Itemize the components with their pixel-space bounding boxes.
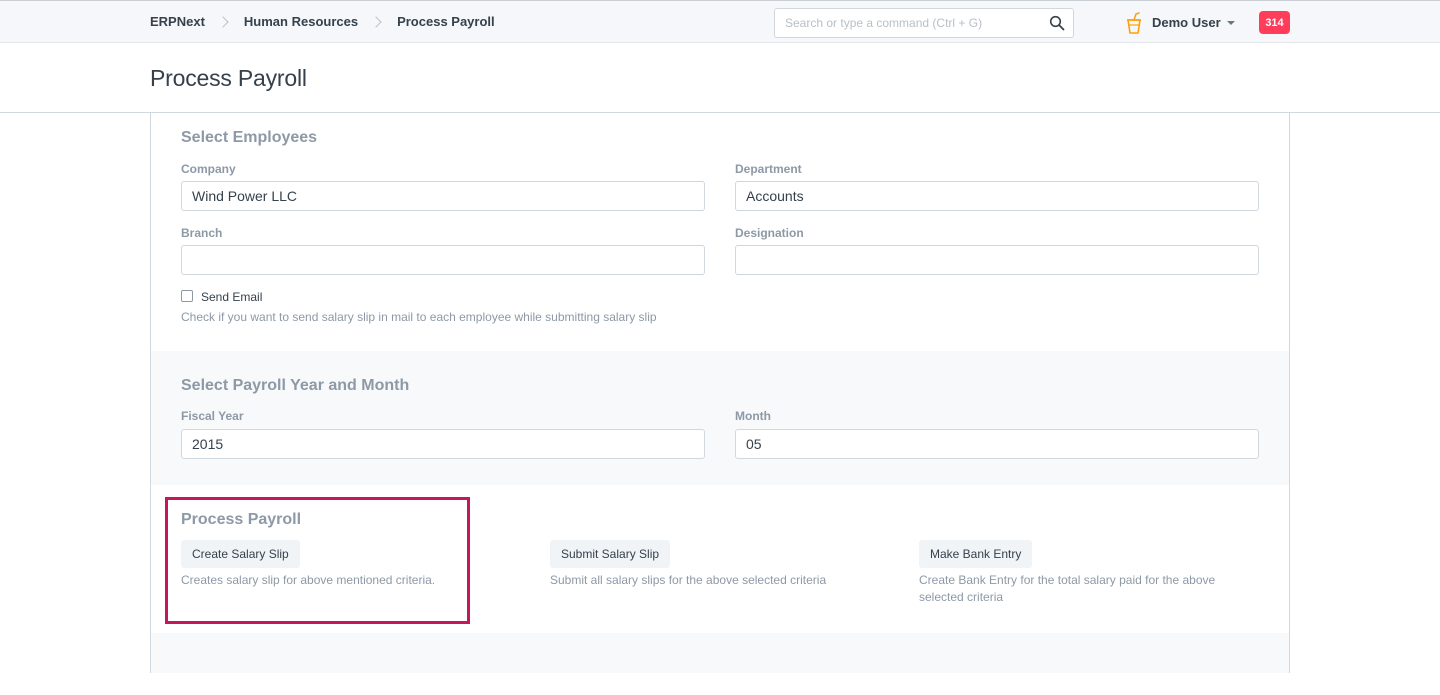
search-box[interactable] [774,8,1074,38]
cup-icon[interactable] [1125,12,1143,34]
department-label: Department [735,162,802,176]
breadcrumb-process-payroll[interactable]: Process Payroll [397,14,495,29]
section-select-employees: Select Employees Company Department Bran… [151,113,1289,351]
form-footer [151,633,1289,673]
chevron-right-icon [370,15,382,28]
page-title: Process Payroll [150,65,307,91]
search-input[interactable] [775,9,1035,37]
notification-badge[interactable]: 314 [1259,11,1290,34]
section-payroll-period: Select Payroll Year and Month Fiscal Yea… [151,351,1289,485]
page-head: Process Payroll [0,43,1440,113]
designation-field[interactable] [735,245,1259,275]
company-field[interactable] [181,181,705,211]
company-label: Company [181,162,236,176]
section-heading: Select Employees [181,129,318,146]
month-field[interactable] [735,429,1259,459]
branch-field[interactable] [181,245,705,275]
section-heading: Select Payroll Year and Month [181,377,410,394]
fiscal-year-field[interactable] [181,429,705,459]
navbar: ERPNext Human Resources Process Payroll … [0,0,1440,43]
branch-label: Branch [181,226,223,240]
make-bank-entry-help: Create Bank Entry for the total salary p… [919,573,1216,604]
send-email-checkbox[interactable] [181,290,193,302]
highlight-box [165,497,470,624]
submit-salary-slip-button[interactable]: Submit Salary Slip [550,540,671,568]
chevron-right-icon [217,15,229,28]
breadcrumb-erpnext[interactable]: ERPNext [150,14,205,29]
user-menu[interactable]: Demo User [1152,15,1235,30]
fiscal-year-label: Fiscal Year [181,409,244,423]
search-icon[interactable] [1049,15,1065,31]
user-name: Demo User [1152,15,1221,30]
send-email-help: Check if you want to send salary slip in… [181,310,657,324]
month-label: Month [735,409,771,423]
department-field[interactable] [735,181,1259,211]
submit-salary-slip-help: Submit all salary slips for the above se… [550,573,827,587]
make-bank-entry-button[interactable]: Make Bank Entry [919,540,1033,568]
send-email-label[interactable]: Send Email [201,290,262,304]
designation-label: Designation [735,226,804,240]
breadcrumb-human-resources[interactable]: Human Resources [244,14,358,29]
breadcrumb: ERPNext Human Resources Process Payroll [150,14,495,29]
caret-down-icon [1226,20,1235,25]
